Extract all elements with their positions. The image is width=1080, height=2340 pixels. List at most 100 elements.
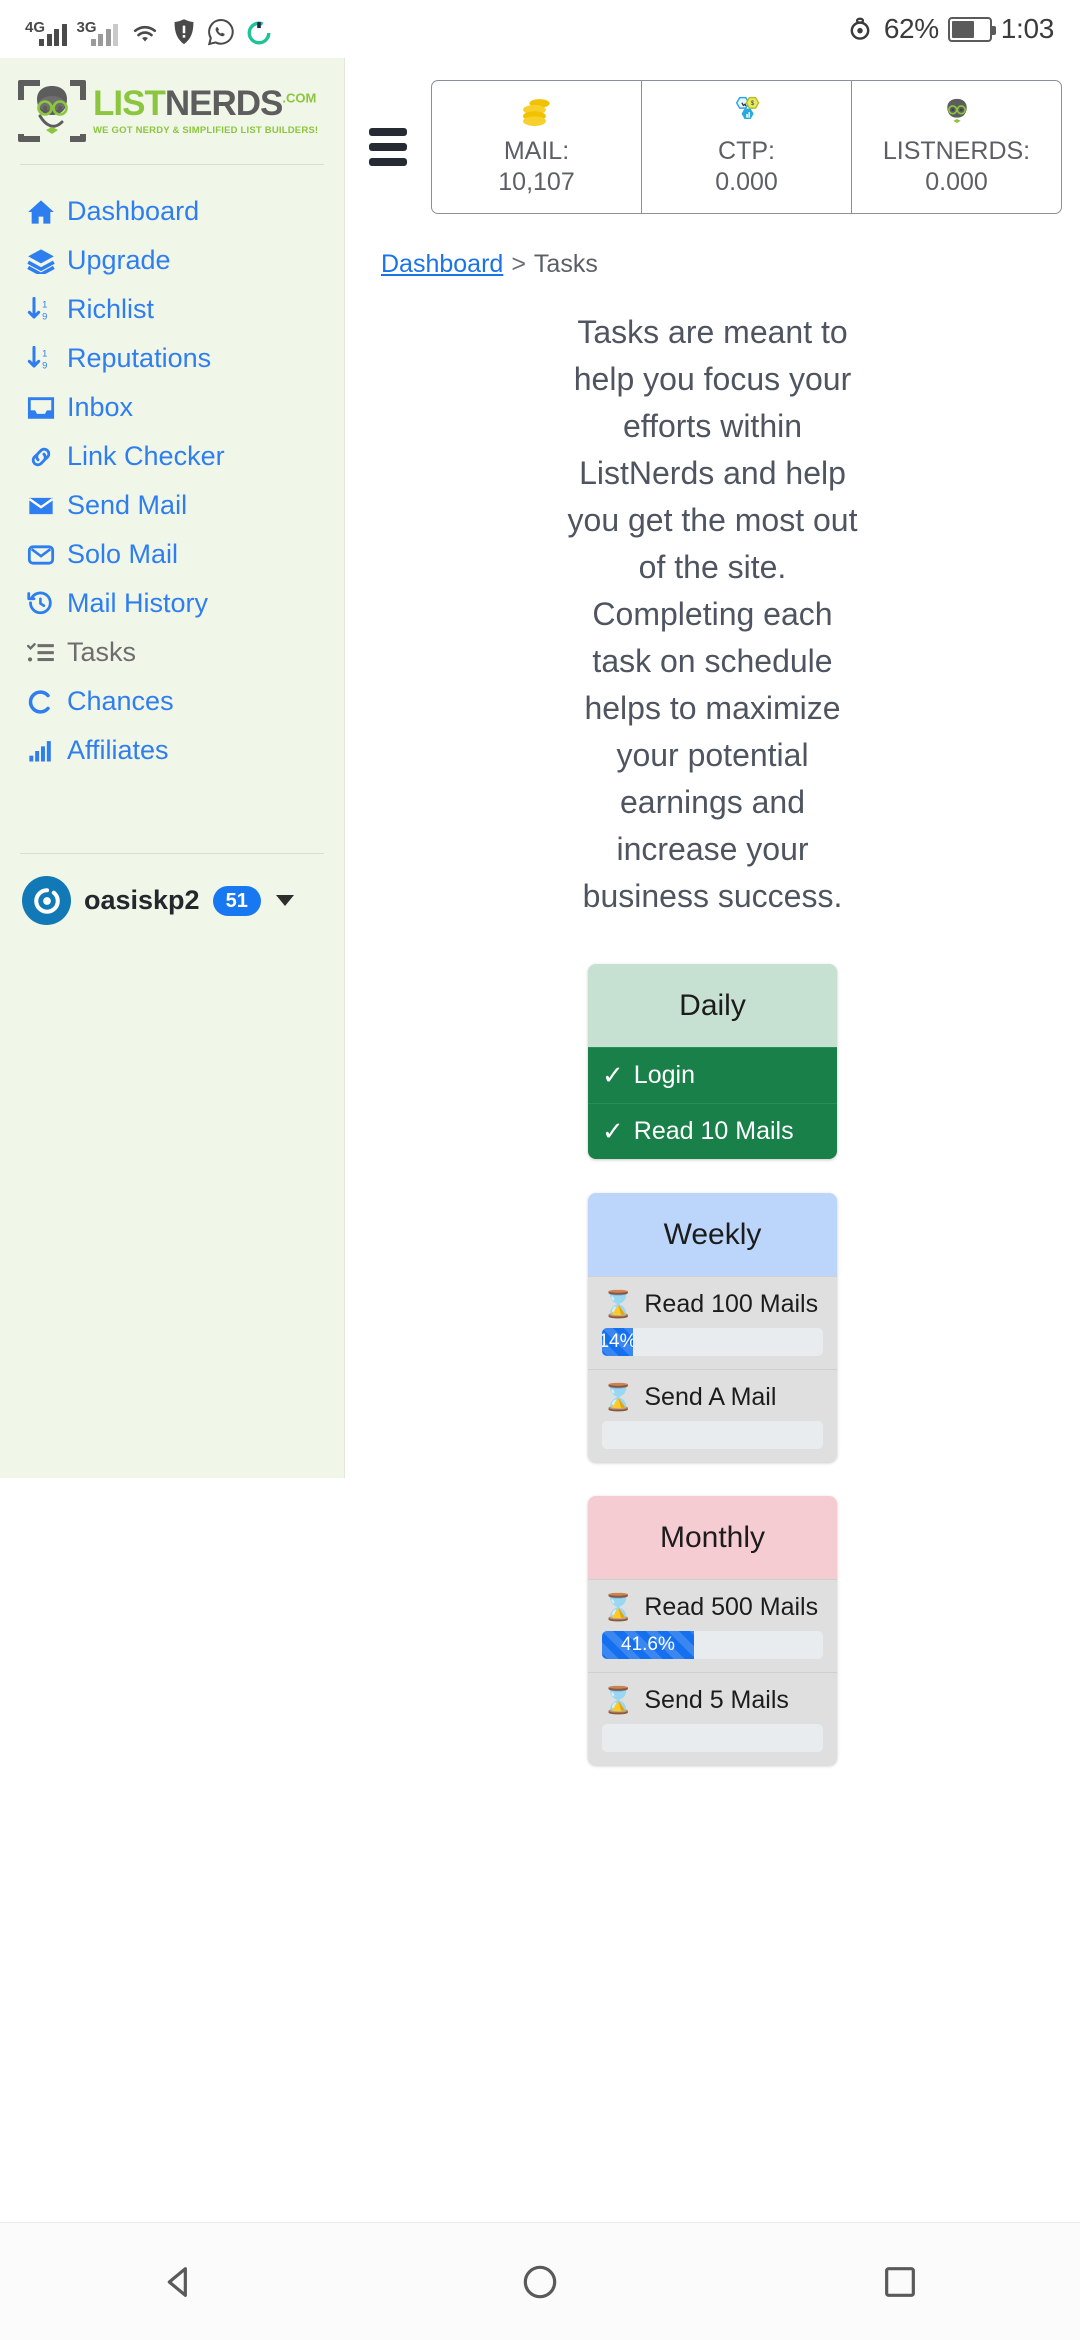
sidebar-item-reputations[interactable]: 19 Reputations bbox=[0, 334, 344, 383]
sidebar-item-richlist[interactable]: 19 Richlist bbox=[0, 285, 344, 334]
sidebar-item-label: Upgrade bbox=[67, 245, 171, 275]
signal-1-icon: 4G bbox=[25, 20, 67, 46]
task-label: Send 5 Mails bbox=[644, 1685, 789, 1714]
recents-square-icon[interactable] bbox=[871, 2253, 929, 2311]
card-title: Monthly bbox=[588, 1495, 837, 1579]
progress-bar-fill: 41.6% bbox=[602, 1630, 694, 1659]
svg-text:$: $ bbox=[750, 100, 754, 107]
clock-label: 1:03 bbox=[1000, 13, 1055, 44]
ctp-icon: $ bbox=[648, 93, 845, 129]
android-navigation-bar bbox=[0, 2222, 1080, 2340]
svg-text:9: 9 bbox=[42, 360, 47, 370]
sidebar-item-mail-history[interactable]: Mail History bbox=[0, 579, 344, 628]
stat-card-ctp[interactable]: $ CTP: 0.000 bbox=[642, 81, 852, 213]
sidebar-nav: Dashboard Upgrade 19 Richlist 19 Reputat… bbox=[0, 165, 344, 775]
task-label: Read 100 Mails bbox=[644, 1289, 819, 1318]
envelope-icon bbox=[26, 491, 56, 521]
sidebar-item-label: Tasks bbox=[67, 637, 137, 667]
progress-bar-track bbox=[602, 1420, 823, 1449]
status-right-icons: 62% 1:03 bbox=[845, 13, 1054, 45]
sidebar-item-label: Mail History bbox=[67, 588, 209, 618]
task-label: Read 10 Mails bbox=[633, 1116, 794, 1145]
task-row[interactable]: ✓ Login bbox=[588, 1046, 837, 1103]
task-row[interactable]: ⌛ Send A Mail bbox=[588, 1368, 837, 1462]
network-1-label: 4G bbox=[25, 19, 46, 36]
eye-icon bbox=[850, 17, 870, 40]
task-row[interactable]: ⌛ Read 100 Mails 14% bbox=[588, 1275, 837, 1369]
task-cards: Daily ✓ Login ✓ Read 10 Mails Weekly ⌛ R… bbox=[345, 963, 1080, 1765]
task-card-daily: Daily ✓ Login ✓ Read 10 Mails bbox=[588, 963, 837, 1159]
task-label: Login bbox=[633, 1060, 695, 1089]
sort-down-icon: 19 bbox=[26, 344, 56, 374]
listnerds-icon bbox=[858, 93, 1055, 129]
bars-chart-icon bbox=[26, 736, 56, 766]
progress-bar-track: 41.6% bbox=[602, 1630, 823, 1659]
sidebar-item-inbox[interactable]: Inbox bbox=[0, 383, 344, 432]
svg-text:1: 1 bbox=[42, 299, 47, 309]
sidebar-item-chances[interactable]: Chances bbox=[0, 677, 344, 726]
status-left-icons: 4G 3G bbox=[25, 12, 272, 46]
sidebar-item-dashboard[interactable]: Dashboard bbox=[0, 187, 344, 236]
stat-value: 0.000 bbox=[925, 168, 988, 197]
page-body: LISTNERDS.COM WE GOT NERDY & SIMPLIFIED … bbox=[0, 58, 1080, 2280]
hourglass-icon: ⌛ bbox=[602, 1289, 635, 1320]
progress-bar-fill: 14% bbox=[602, 1327, 633, 1356]
stat-label: MAIL: bbox=[503, 137, 570, 165]
battery-icon bbox=[947, 16, 996, 42]
hourglass-icon: ⌛ bbox=[602, 1592, 635, 1623]
stat-value: 0.000 bbox=[715, 168, 778, 197]
stat-label: CTP: bbox=[718, 137, 775, 165]
task-row[interactable]: ⌛ Send 5 Mails bbox=[588, 1671, 837, 1765]
progress-bar-track: 14% bbox=[602, 1327, 823, 1356]
logo-tagline: WE GOT NERDY & SIMPLIFIED LIST BUILDERS! bbox=[93, 125, 319, 137]
phone-screen: 4G 3G 62% 1:03 LISTNERDS.COM WE GOT NERD… bbox=[0, 0, 1080, 2340]
home-icon bbox=[26, 197, 56, 227]
home-circle-icon[interactable] bbox=[511, 2253, 569, 2311]
brand-logo-text: LISTNERDS.COM WE GOT NERDY & SIMPLIFIED … bbox=[93, 86, 318, 136]
tasks-icon bbox=[26, 638, 56, 668]
sidebar-item-solo-mail[interactable]: Solo Mail bbox=[0, 530, 344, 579]
network-2-label: 3G bbox=[76, 19, 97, 36]
sidebar-item-label: Link Checker bbox=[67, 441, 225, 471]
caret-down-icon[interactable] bbox=[275, 895, 294, 906]
hamburger-icon[interactable] bbox=[369, 127, 407, 166]
task-row[interactable]: ⌛ Read 500 Mails 41.6% bbox=[588, 1578, 837, 1672]
sidebar-item-label: Chances bbox=[67, 686, 174, 716]
stats-bar: MAIL: 10,107 $ CTP: 0.000 LISTNERDS: 0.0… bbox=[431, 80, 1062, 214]
sidebar-item-send-mail[interactable]: Send Mail bbox=[0, 481, 344, 530]
brand-logo[interactable]: LISTNERDS.COM WE GOT NERDY & SIMPLIFIED … bbox=[0, 58, 344, 148]
hourglass-icon: ⌛ bbox=[602, 1382, 635, 1413]
sidebar-item-label: Inbox bbox=[67, 392, 134, 422]
stat-card-listnerds[interactable]: LISTNERDS: 0.000 bbox=[852, 81, 1061, 213]
circle-c-icon bbox=[26, 687, 56, 717]
sidebar-item-tasks[interactable]: Tasks bbox=[0, 628, 344, 677]
battery-percent-label: 62% bbox=[883, 13, 939, 44]
username-label: oasiskp2 bbox=[84, 885, 200, 915]
check-icon: ✓ bbox=[602, 1116, 624, 1147]
task-row[interactable]: ✓ Read 10 Mails bbox=[588, 1102, 837, 1159]
stat-label: LISTNERDS: bbox=[882, 137, 1031, 165]
link-icon bbox=[26, 442, 56, 472]
breadcrumb: Dashboard > Tasks bbox=[345, 214, 1080, 279]
logo-text-com: .COM bbox=[282, 90, 317, 106]
sidebar-item-affiliates[interactable]: Affiliates bbox=[0, 726, 344, 775]
card-title: Daily bbox=[588, 963, 837, 1047]
coins-icon bbox=[438, 93, 635, 129]
shield-icon bbox=[174, 19, 194, 45]
sidebar-item-label: Affiliates bbox=[67, 735, 169, 765]
progress-bar-track bbox=[602, 1723, 823, 1752]
history-icon bbox=[26, 589, 56, 619]
sidebar-item-link-checker[interactable]: Link Checker bbox=[0, 432, 344, 481]
sidebar-item-label: Reputations bbox=[67, 343, 212, 373]
status-bar: 4G 3G 62% 1:03 bbox=[0, 0, 1080, 58]
back-triangle-icon[interactable] bbox=[151, 2253, 209, 2311]
user-profile-menu[interactable]: oasiskp2 51 bbox=[0, 854, 344, 925]
hourglass-icon: ⌛ bbox=[602, 1685, 635, 1716]
stat-card-mail[interactable]: MAIL: 10,107 bbox=[432, 81, 642, 213]
sidebar-item-upgrade[interactable]: Upgrade bbox=[0, 236, 344, 285]
breadcrumb-link-dashboard[interactable]: Dashboard bbox=[381, 250, 503, 278]
card-title: Weekly bbox=[588, 1192, 837, 1276]
stat-value: 10,107 bbox=[498, 168, 575, 197]
svg-text:1: 1 bbox=[42, 348, 47, 358]
inbox-icon bbox=[26, 393, 56, 423]
